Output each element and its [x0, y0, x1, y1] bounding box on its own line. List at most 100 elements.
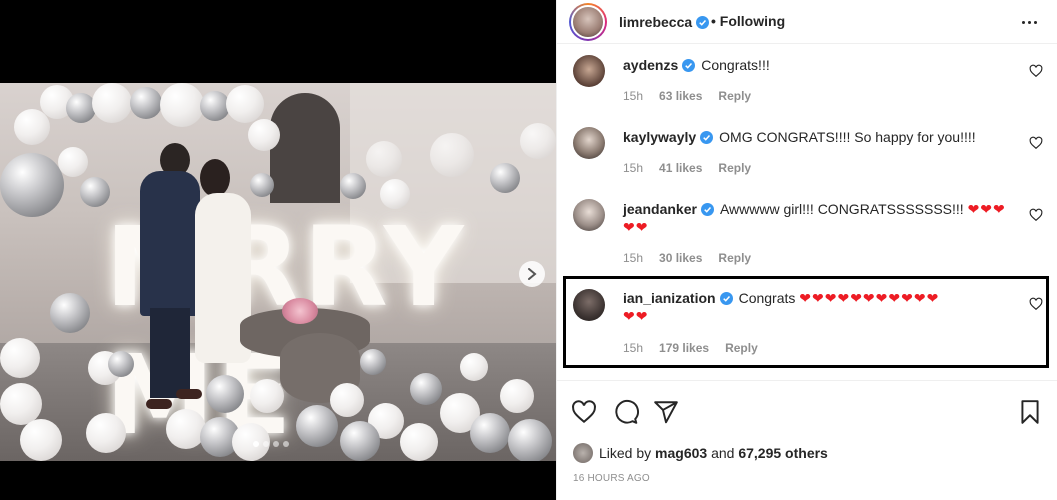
share-icon[interactable]	[653, 399, 679, 425]
post-photo[interactable]: MRRY ME	[0, 83, 556, 461]
verified-badge-icon	[682, 59, 696, 72]
comment-meta: 15h 41 likes Reply	[623, 161, 751, 175]
bookmark-icon[interactable]	[1017, 399, 1043, 425]
man-shoe	[176, 389, 202, 399]
balloon	[460, 353, 488, 381]
balloon	[500, 379, 534, 413]
balloon	[430, 133, 474, 177]
commenter-avatar[interactable]	[573, 199, 605, 231]
media-panel: MRRY ME	[0, 0, 556, 500]
balloon	[340, 173, 366, 199]
follow-status[interactable]: • Following	[711, 13, 785, 29]
heart-emoji-group: ❤❤	[623, 219, 649, 235]
balloon	[160, 83, 204, 127]
balloon	[520, 123, 556, 159]
liker-avatar[interactable]	[573, 443, 593, 463]
commenter-username[interactable]: kaylywayly	[623, 129, 696, 145]
balloon	[470, 413, 510, 453]
balloon	[206, 375, 244, 413]
post-timestamp[interactable]: 16 HOURS AGO	[573, 473, 650, 484]
chevron-right-icon	[528, 268, 537, 280]
man-figure-legs	[150, 308, 190, 398]
verified-badge-icon	[700, 131, 714, 144]
man-figure	[140, 171, 200, 316]
balloon	[14, 109, 50, 145]
heart-outline-icon[interactable]	[1029, 64, 1043, 78]
comment-text: aydenzs Congrats!!!	[623, 56, 1023, 74]
commenter-avatar[interactable]	[573, 55, 605, 87]
likes-count[interactable]: 67,295 others	[738, 445, 828, 461]
balloon	[108, 351, 134, 377]
bouquet	[282, 298, 318, 324]
balloon	[410, 373, 442, 405]
comments-panel: limrebecca • Following aydenzs Congrats!!…	[556, 0, 1057, 500]
commenter-username[interactable]: jeandanker	[623, 201, 697, 217]
author-avatar[interactable]	[569, 3, 607, 41]
balloon	[248, 119, 280, 151]
comment-time[interactable]: 15h	[623, 251, 643, 265]
reply-button[interactable]: Reply	[718, 89, 751, 103]
comment-item: aydenzs Congrats!!! 15h 63 likes Reply	[557, 45, 1057, 117]
heart-emoji-group: ❤❤❤	[967, 201, 1006, 217]
balloon	[92, 83, 132, 123]
balloon	[490, 163, 520, 193]
post-header: limrebecca • Following	[557, 0, 1057, 44]
comment-body: OMG CONGRATS!!!! So happy for you!!!!	[719, 129, 976, 145]
post-actions: Liked by mag603 and 67,295 others 16 HOU…	[557, 380, 1057, 500]
comment-body: Awwwww girl!!! CONGRATSSSSSSS!!!	[719, 201, 964, 217]
verified-badge-icon	[696, 16, 710, 29]
comment-text: jeandanker Awwwww girl!!! CONGRATSSSSSSS!…	[623, 200, 1023, 236]
balloon	[20, 419, 62, 461]
balloon	[130, 87, 162, 119]
heart-outline-icon[interactable]	[571, 399, 597, 425]
commenter-username[interactable]: aydenzs	[623, 57, 678, 73]
heart-outline-icon[interactable]	[1029, 208, 1043, 222]
highlight-annotation-box	[563, 276, 1049, 368]
balloon	[366, 141, 402, 177]
comment-meta: 15h 30 likes Reply	[623, 251, 751, 265]
balloon	[0, 153, 64, 217]
balloon	[250, 379, 284, 413]
comment-text: kaylywayly OMG CONGRATS!!!! So happy for …	[623, 128, 1023, 146]
balloon	[508, 419, 552, 461]
comment-item: jeandanker Awwwww girl!!! CONGRATSSSSSSS!…	[557, 189, 1057, 277]
liker-username[interactable]: mag603	[655, 445, 707, 461]
comment-likes[interactable]: 41 likes	[659, 161, 702, 175]
comment-likes[interactable]: 63 likes	[659, 89, 702, 103]
more-options-icon[interactable]	[1019, 12, 1039, 32]
balloon	[226, 85, 264, 123]
comment-body: Congrats!!!	[701, 57, 770, 73]
carousel-dot	[273, 441, 279, 447]
comment-icon[interactable]	[613, 399, 639, 425]
comment-meta: 15h 63 likes Reply	[623, 89, 751, 103]
woman-figure-head	[200, 159, 230, 197]
balloon	[0, 338, 40, 378]
balloon	[340, 421, 380, 461]
carousel-dot	[283, 441, 289, 447]
balloon	[400, 423, 438, 461]
heart-outline-icon[interactable]	[1029, 136, 1043, 150]
carousel-dot	[263, 441, 269, 447]
comment-item: kaylywayly OMG CONGRATS!!!! So happy for …	[557, 117, 1057, 189]
photo-archway	[270, 93, 340, 203]
balloon	[330, 383, 364, 417]
verified-badge-icon	[700, 203, 714, 216]
carousel-indicator	[253, 441, 289, 447]
carousel-dot	[253, 441, 259, 447]
man-shoe	[146, 399, 172, 409]
balloon	[360, 349, 386, 375]
balloon	[66, 93, 96, 123]
balloon	[296, 405, 338, 447]
balloon	[50, 293, 90, 333]
balloon	[86, 413, 126, 453]
carousel-next-button[interactable]	[519, 261, 545, 287]
commenter-avatar[interactable]	[573, 127, 605, 159]
author-username[interactable]: limrebecca	[619, 14, 710, 30]
liked-by-row: Liked by mag603 and 67,295 others	[573, 443, 828, 463]
comment-time[interactable]: 15h	[623, 161, 643, 175]
comment-likes[interactable]: 30 likes	[659, 251, 702, 265]
reply-button[interactable]: Reply	[718, 251, 751, 265]
comment-time[interactable]: 15h	[623, 89, 643, 103]
reply-button[interactable]: Reply	[718, 161, 751, 175]
balloon	[58, 147, 88, 177]
